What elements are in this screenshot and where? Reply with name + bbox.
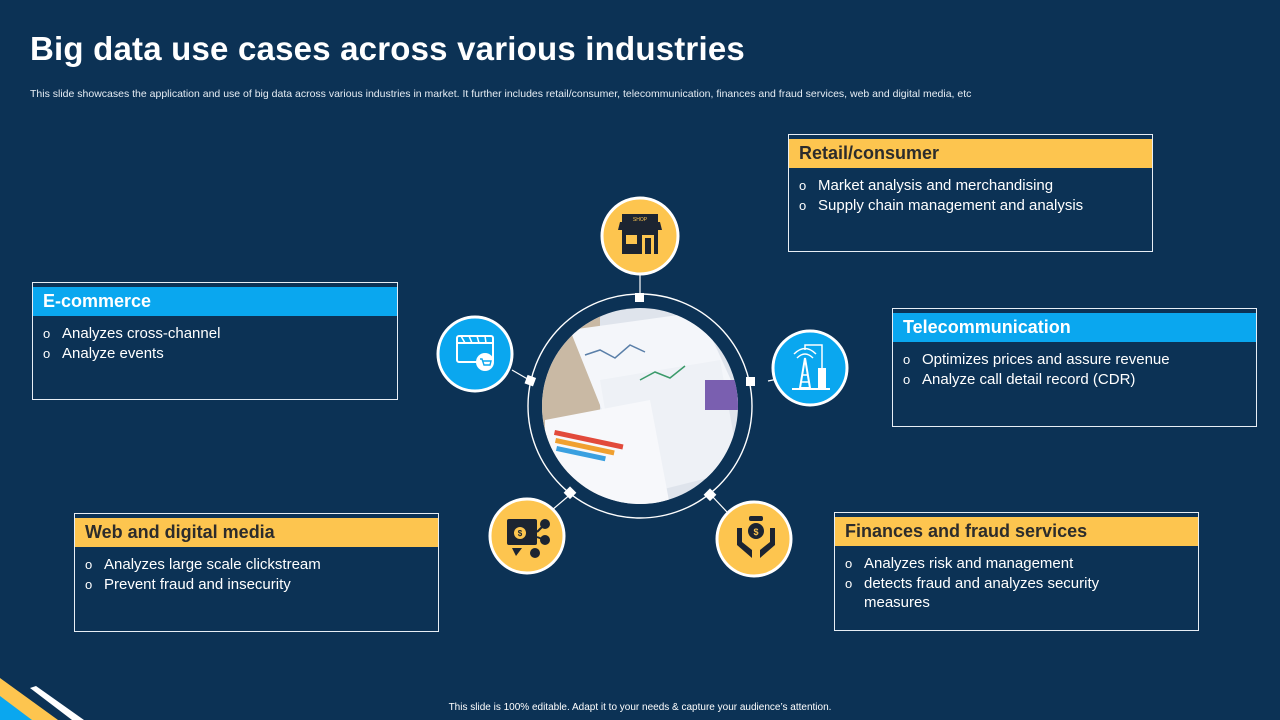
card-ecommerce-list: o Analyzes cross-channel o Analyze events [33, 316, 397, 363]
card-telecom-title: Telecommunication [893, 313, 1256, 342]
list-item: o Analyze call detail record (CDR) [903, 370, 1136, 388]
list-item: o Prevent fraud and insecurity [85, 575, 291, 593]
center-image [542, 308, 738, 504]
transmission-tower-icon [771, 329, 849, 407]
card-ecommerce: E-commerce o Analyzes cross-channel o Anal… [32, 282, 398, 400]
card-telecom: Telecommunication o Optimizes prices and … [892, 308, 1257, 427]
card-finance-title: Finances and fraud services [835, 517, 1198, 546]
card-retail-title: Retail/consumer [789, 139, 1152, 168]
card-retail: Retail/consumer o Market analysis and mer… [788, 134, 1153, 252]
card-finance-list: o Analyzes risk and management o detects … [835, 546, 1198, 613]
list-item: o Analyzes large scale clickstream [85, 556, 321, 573]
list-item: o Analyzes risk and management [845, 555, 1074, 572]
list-item: o detects fraud and analyzes security me… [845, 574, 1100, 612]
shop-icon: SHOP [600, 196, 680, 276]
online-store-icon [436, 315, 514, 393]
money-hands-icon: $ [715, 500, 793, 578]
card-web-media-list: o Analyzes large scale clickstream o Preve… [75, 547, 438, 594]
list-item: o Analyzes cross-channel [43, 325, 221, 342]
list-item: o Supply chain management and analysis [799, 196, 1084, 214]
list-item: o Market analysis and merchandising [799, 177, 1054, 194]
card-ecommerce-title: E-commerce [33, 287, 397, 316]
svg-text:$: $ [518, 529, 523, 538]
svg-text:$: $ [753, 527, 758, 537]
digital-media-icon: $ [488, 497, 566, 575]
card-retail-list: o Market analysis and merchandising o Supp… [789, 168, 1152, 215]
list-item: o Optimizes prices and assure revenue [903, 351, 1170, 368]
card-telecom-list: o Optimizes prices and assure revenue o An… [893, 342, 1256, 389]
slide-footer: This slide is 100% editable. Adapt it to… [448, 702, 832, 713]
card-finance: Finances and fraud services o Analyzes ri… [834, 512, 1199, 631]
list-item: o Analyze events [43, 344, 164, 362]
card-web-media: Web and digital media o Analyzes large sc… [74, 513, 439, 632]
card-web-media-title: Web and digital media [75, 518, 438, 547]
